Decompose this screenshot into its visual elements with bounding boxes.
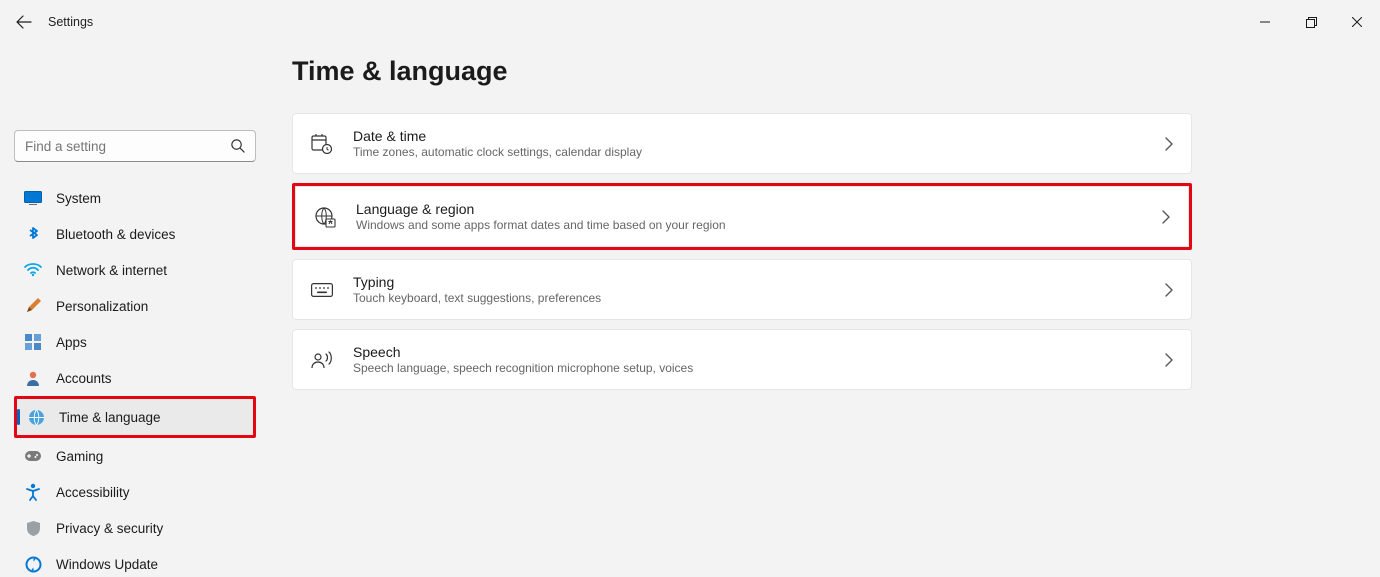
sidebar-item-windows-update[interactable]: Windows Update [14,546,256,577]
card-text: Speech Speech language, speech recogniti… [353,344,1145,375]
sidebar-item-label: Bluetooth & devices [56,227,175,242]
sidebar-item-personalization[interactable]: Personalization [14,288,256,324]
card-typing-wrap: Typing Touch keyboard, text suggestions,… [292,259,1192,320]
cards-list: Date & time Time zones, automatic clock … [292,113,1192,390]
maximize-icon [1306,17,1317,28]
sidebar-item-label: Accounts [56,371,112,386]
window-controls [1242,6,1380,38]
sidebar-item-label: Windows Update [56,557,158,572]
paintbrush-icon [24,297,42,315]
app-title: Settings [48,15,93,29]
search-icon [230,138,246,154]
sidebar-item-apps[interactable]: Apps [14,324,256,360]
globe-language-icon [314,206,336,228]
minimize-icon [1260,17,1270,27]
sidebar-item-bluetooth[interactable]: Bluetooth & devices [14,216,256,252]
card-title: Date & time [353,128,1145,144]
update-icon [24,555,42,573]
system-icon [24,189,42,207]
card-speech[interactable]: Speech Speech language, speech recogniti… [292,329,1192,390]
wifi-icon [24,261,42,279]
highlight-card: Language & region Windows and some apps … [292,183,1192,250]
sidebar-nav: System Bluetooth & devices Network & int… [14,180,256,577]
card-typing[interactable]: Typing Touch keyboard, text suggestions,… [292,259,1192,320]
card-title: Typing [353,274,1145,290]
globe-clock-icon [27,408,45,426]
accessibility-icon [24,483,42,501]
sidebar: System Bluetooth & devices Network & int… [0,44,270,577]
sidebar-item-label: System [56,191,101,206]
sidebar-item-label: Gaming [56,449,103,464]
apps-icon [24,333,42,351]
card-subtitle: Windows and some apps format dates and t… [356,218,1142,232]
card-subtitle: Speech language, speech recognition micr… [353,361,1145,375]
speech-icon [311,349,333,371]
gamepad-icon [24,447,42,465]
card-text: Date & time Time zones, automatic clock … [353,128,1145,159]
card-text: Language & region Windows and some apps … [356,201,1142,232]
arrow-left-icon [16,14,32,30]
card-title: Language & region [356,201,1142,217]
chevron-right-icon [1165,137,1173,151]
keyboard-icon [311,279,333,301]
sidebar-item-label: Apps [56,335,87,350]
maximize-button[interactable] [1288,6,1334,38]
card-speech-wrap: Speech Speech language, speech recogniti… [292,329,1192,390]
highlight-sidebar: Time & language [14,396,256,438]
search-container [14,130,256,162]
close-icon [1352,17,1362,27]
main-content: Time & language Date & time Time zones, … [270,44,1380,577]
calendar-clock-icon [311,133,333,155]
person-icon [24,369,42,387]
card-title: Speech [353,344,1145,360]
sidebar-item-label: Personalization [56,299,148,314]
sidebar-item-gaming[interactable]: Gaming [14,438,256,474]
back-button[interactable] [16,14,32,30]
close-button[interactable] [1334,6,1380,38]
titlebar: Settings [0,0,1380,44]
page-title: Time & language [292,56,1340,87]
bluetooth-icon [24,225,42,243]
sidebar-item-time-language[interactable]: Time & language [17,399,253,435]
sidebar-item-label: Time & language [59,410,161,425]
card-subtitle: Touch keyboard, text suggestions, prefer… [353,291,1145,305]
chevron-right-icon [1165,283,1173,297]
sidebar-item-label: Network & internet [56,263,167,278]
body: System Bluetooth & devices Network & int… [0,44,1380,577]
search-input[interactable] [14,130,256,162]
titlebar-left: Settings [16,14,93,30]
card-subtitle: Time zones, automatic clock settings, ca… [353,145,1145,159]
card-language-region[interactable]: Language & region Windows and some apps … [295,186,1189,247]
sidebar-item-system[interactable]: System [14,180,256,216]
sidebar-item-privacy[interactable]: Privacy & security [14,510,256,546]
sidebar-item-label: Privacy & security [56,521,163,536]
card-date-time[interactable]: Date & time Time zones, automatic clock … [292,113,1192,174]
sidebar-item-accounts[interactable]: Accounts [14,360,256,396]
chevron-right-icon [1165,353,1173,367]
sidebar-item-label: Accessibility [56,485,130,500]
chevron-right-icon [1162,210,1170,224]
sidebar-item-network[interactable]: Network & internet [14,252,256,288]
minimize-button[interactable] [1242,6,1288,38]
sidebar-item-accessibility[interactable]: Accessibility [14,474,256,510]
card-text: Typing Touch keyboard, text suggestions,… [353,274,1145,305]
shield-icon [24,519,42,537]
card-date-time-wrap: Date & time Time zones, automatic clock … [292,113,1192,174]
